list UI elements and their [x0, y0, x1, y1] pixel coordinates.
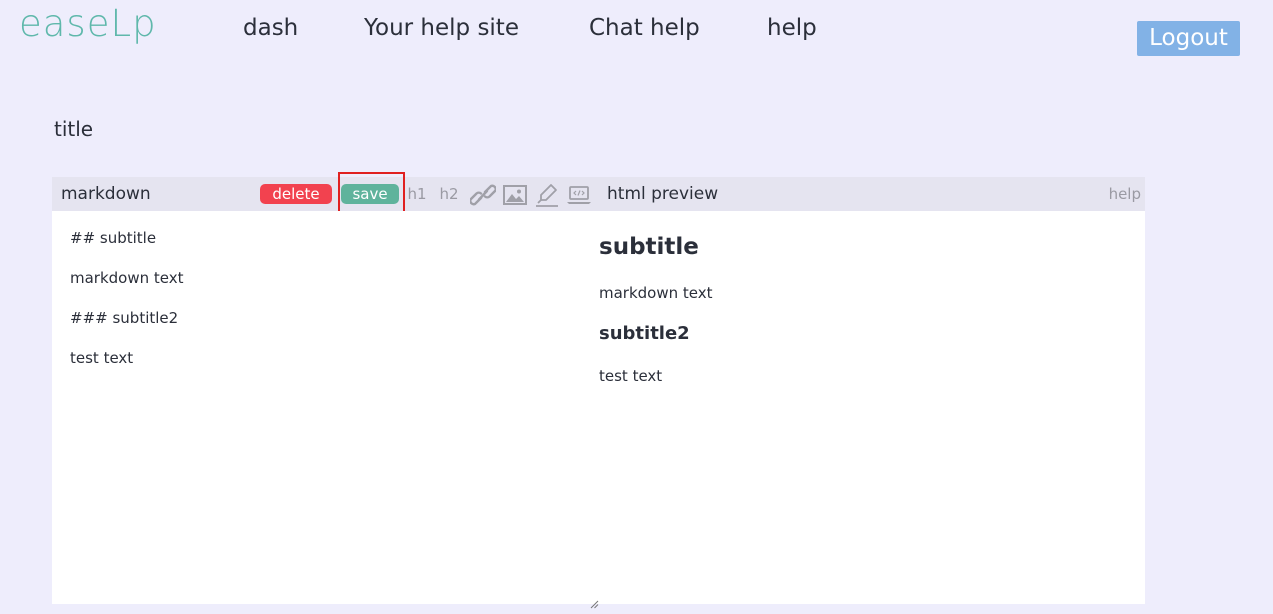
nav-your-help-site[interactable]: Your help site — [364, 13, 519, 43]
preview-paragraph: markdown text — [599, 284, 713, 302]
editor-help-link[interactable]: help — [1109, 177, 1141, 211]
preview-paragraph: test text — [599, 367, 663, 385]
save-button[interactable]: save — [341, 184, 399, 204]
html-preview-label: html preview — [607, 184, 719, 204]
markdown-editor[interactable]: ## subtitle markdown text ### subtitle2 … — [52, 211, 599, 609]
nav-chat-help[interactable]: Chat help — [589, 13, 700, 43]
app-logo[interactable]: easeLp — [19, 2, 157, 46]
html-preview: subtitle markdown text subtitle2 test te… — [599, 211, 1145, 604]
logout-button[interactable]: Logout — [1137, 21, 1240, 56]
editor-line: test text — [70, 349, 134, 367]
nav-help[interactable]: help — [767, 13, 817, 43]
markdown-label: markdown — [61, 184, 151, 204]
code-laptop-icon[interactable] — [566, 177, 592, 211]
editor-line: markdown text — [70, 269, 184, 287]
delete-button[interactable]: delete — [260, 184, 332, 204]
editor-toolbar: markdown delete save h1 h2 html preview … — [52, 177, 1145, 211]
image-icon[interactable] — [502, 177, 528, 211]
preview-heading-3: subtitle2 — [599, 323, 690, 344]
preview-heading-2: subtitle — [599, 234, 699, 260]
nav-dash[interactable]: dash — [243, 13, 298, 43]
resize-grip-icon[interactable] — [589, 594, 599, 609]
h1-button[interactable]: h1 — [407, 177, 427, 211]
page-title[interactable]: title — [54, 115, 93, 143]
highlighter-icon[interactable] — [535, 177, 559, 211]
h2-button[interactable]: h2 — [438, 177, 460, 211]
editor-panel: ## subtitle markdown text ### subtitle2 … — [52, 211, 1145, 609]
editor-line: ## subtitle — [70, 229, 157, 247]
editor-line: ### subtitle2 — [70, 309, 179, 327]
link-icon[interactable] — [470, 177, 496, 211]
